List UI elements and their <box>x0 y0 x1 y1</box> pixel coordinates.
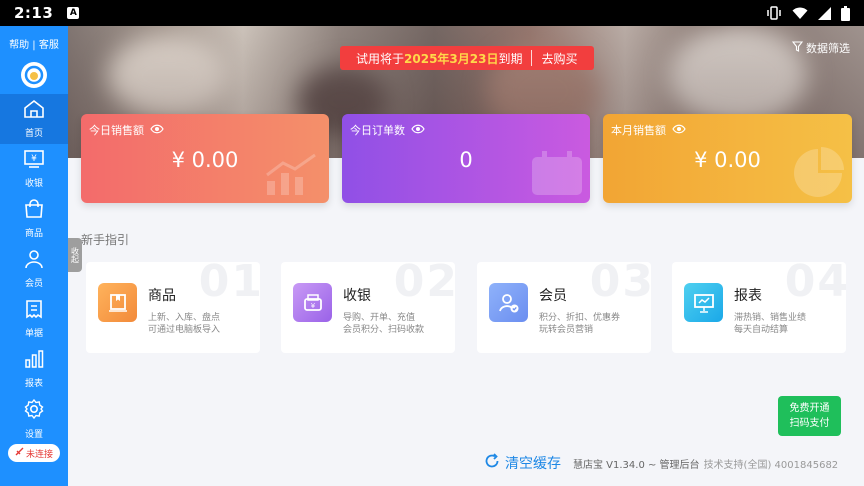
home-icon <box>23 99 45 123</box>
wifi-icon <box>792 7 808 20</box>
guide-name: 会员 <box>539 288 567 304</box>
trial-date: 2025年3月23日 <box>404 51 499 66</box>
member-icon <box>23 249 45 273</box>
sidebar-item-settings[interactable]: 设置 <box>0 394 68 444</box>
support-hotline: 技术支持(全国) 4001845682 <box>703 459 839 471</box>
guide-desc: 玩转会员营销 <box>539 325 594 335</box>
presentation-chart-icon <box>684 283 723 322</box>
system-status-bar: 2:13 A <box>0 0 864 26</box>
guide-step-number: 04 <box>784 262 846 307</box>
gear-icon <box>23 398 45 424</box>
pie-chart-icon <box>790 147 846 201</box>
sidebar-item-label: 设置 <box>24 430 43 440</box>
svg-text:¥: ¥ <box>310 302 315 310</box>
help-support-link[interactable]: 帮助 | 客服 <box>0 36 68 51</box>
stat-card-today-orders: 今日订单数 0 <box>342 114 590 203</box>
sidebar-item-label: 收银 <box>24 179 43 189</box>
guide-step-number: 01 <box>198 262 260 307</box>
sidebar-item-label: 会员 <box>24 279 43 289</box>
guide-step-number: 02 <box>393 262 455 307</box>
cash-register-icon: ¥ <box>293 283 332 322</box>
eye-icon[interactable] <box>411 124 425 137</box>
clear-cache-button[interactable]: 清空缓存 <box>484 453 561 473</box>
refresh-icon <box>484 453 500 473</box>
clear-cache-label: 清空缓存 <box>505 456 561 472</box>
stat-card-today-sales: 今日销售额 ¥ 0.00 <box>81 114 329 203</box>
button-label-line1: 免费开通 <box>789 403 830 414</box>
sidebar-item-products[interactable]: 商品 <box>0 194 68 244</box>
receipt-icon <box>23 299 45 323</box>
guide-name: 商品 <box>148 288 176 304</box>
guide-card-members[interactable]: 03 会员 积分、折扣、优惠券 玩转会员营销 <box>477 262 651 353</box>
eye-icon[interactable] <box>150 124 164 137</box>
buy-now-button[interactable]: 去购买 <box>541 50 577 67</box>
collapse-sidebar-button[interactable]: 收起 <box>68 238 82 272</box>
svg-text:¥: ¥ <box>31 154 37 164</box>
cashier-icon: ¥ <box>23 149 45 173</box>
guide-card-reports[interactable]: 04 报表 滞热销、销售业绩 每天自动结算 <box>672 262 846 353</box>
trial-prefix: 试用将于 <box>356 51 405 66</box>
filter-label: 数据筛选 <box>806 42 850 55</box>
sidebar: 帮助 | 客服 首页 ¥ 收银 商品 会员 单据 报表 设置 未连接 <box>0 26 68 486</box>
sidebar-item-cashier[interactable]: ¥ 收银 <box>0 144 68 194</box>
guide-card-cashier[interactable]: 02 ¥ 收银 导购、开单、充值 会员积分、扫码收款 <box>281 262 455 353</box>
guide-desc: 可通过电脑板导入 <box>148 325 221 335</box>
footer: 清空缓存 慧店宝 V1.34.0 ~ 管理后台 技术支持(全国) 4001845… <box>484 453 838 473</box>
vibrate-icon <box>766 6 782 20</box>
stat-card-month-sales: 本月销售额 ¥ 0.00 <box>603 114 852 203</box>
box-icon <box>98 283 137 322</box>
connection-status-label: 未连接 <box>25 449 53 460</box>
sidebar-item-documents[interactable]: 单据 <box>0 294 68 344</box>
data-filter-button[interactable]: 数据筛选 <box>791 40 850 56</box>
signal-icon <box>818 6 831 20</box>
stat-title: 今日销售额 <box>89 124 144 137</box>
clock-time: 2:13 <box>14 4 54 22</box>
eye-icon[interactable] <box>672 124 686 137</box>
guide-name: 收银 <box>343 288 371 304</box>
sidebar-item-label: 报表 <box>24 379 43 389</box>
member-check-icon <box>489 283 528 322</box>
sidebar-item-label: 单据 <box>24 329 43 339</box>
bag-icon <box>23 199 45 223</box>
trend-chart-icon <box>263 153 323 201</box>
battery-icon <box>841 5 850 21</box>
guide-section-title: 新手指引 <box>81 233 130 247</box>
version-info: 慧店宝 V1.34.0 ~ 管理后台 <box>573 459 700 471</box>
calendar-icon <box>530 149 584 201</box>
notification-icon: A <box>67 7 80 19</box>
divider <box>531 50 533 66</box>
sidebar-nav: 首页 ¥ 收银 商品 会员 单据 报表 设置 <box>0 94 68 444</box>
disconnected-icon <box>15 447 24 459</box>
filter-icon <box>791 41 804 55</box>
trial-suffix: 到期 <box>498 51 523 66</box>
guide-step-number: 03 <box>589 262 651 307</box>
app-logo <box>21 62 47 88</box>
stat-title: 本月销售额 <box>611 124 666 137</box>
guide-card-products[interactable]: 01 商品 上新、入库、盘点 可通过电脑板导入 <box>86 262 260 353</box>
free-activate-scan-pay-button[interactable]: 免费开通 扫码支付 <box>778 396 841 436</box>
sidebar-item-members[interactable]: 会员 <box>0 244 68 294</box>
sidebar-item-label: 商品 <box>24 229 43 239</box>
sidebar-item-label: 首页 <box>24 129 43 139</box>
guide-desc: 每天自动结算 <box>734 325 789 335</box>
bar-chart-icon <box>23 349 45 373</box>
guide-desc: 会员积分、扫码收款 <box>343 325 425 335</box>
connection-status-badge[interactable]: 未连接 <box>8 444 60 462</box>
stat-title: 今日订单数 <box>350 124 405 137</box>
sidebar-item-home[interactable]: 首页 <box>0 94 68 144</box>
guide-name: 报表 <box>734 288 762 304</box>
trial-expiry-banner: 试用将于2025年3月23日到期 去购买 <box>340 46 594 70</box>
button-label-line2: 扫码支付 <box>789 418 830 429</box>
sidebar-item-reports[interactable]: 报表 <box>0 344 68 394</box>
